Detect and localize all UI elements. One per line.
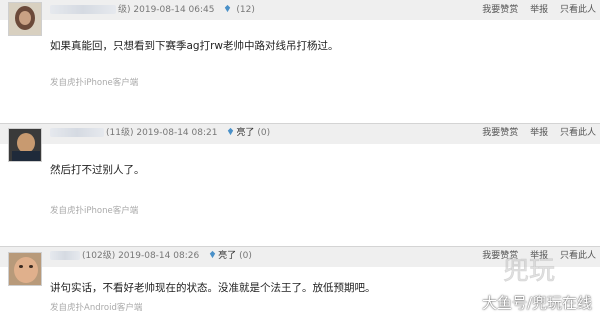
username[interactable] — [50, 5, 116, 14]
user-level: (11级) — [106, 128, 134, 138]
reward-button[interactable]: 我要赞赏 — [482, 5, 518, 15]
report-button[interactable]: 举报 — [530, 5, 548, 15]
lightbulb-icon[interactable] — [226, 127, 235, 136]
post-source: 发自虎扑Android客户端 — [50, 303, 143, 313]
report-button[interactable]: 举报 — [530, 128, 548, 138]
only-this-user-button[interactable]: 只看此人 — [560, 5, 596, 15]
light-button[interactable]: 亮了 — [236, 128, 254, 138]
user-level: 级) — [118, 5, 131, 15]
light-count: (12) — [236, 5, 255, 15]
user-level: (102级) — [82, 251, 116, 261]
post-meta: 级) 2019-08-14 06:45 (12) — [50, 3, 255, 17]
lightbulb-icon[interactable] — [208, 250, 217, 259]
post-source: 发自虎扑iPhone客户端 — [50, 78, 139, 88]
lightbulb-icon[interactable] — [223, 4, 232, 13]
light-count: (0) — [257, 128, 271, 138]
reward-button[interactable]: 我要赞赏 — [482, 128, 518, 138]
avatar[interactable] — [8, 128, 42, 162]
username[interactable] — [50, 128, 104, 137]
post-time: 2019-08-14 08:21 — [136, 128, 218, 138]
post-actions: 我要赞赏 举报 只看此人 — [473, 3, 596, 17]
watermark-logo-text: 兜玩 — [503, 256, 555, 286]
post-content: 然后打不过别人了。 — [50, 164, 145, 176]
watermark-text: 大鱼号/兜玩在线 — [481, 294, 592, 312]
post-source: 发自虎扑iPhone客户端 — [50, 206, 139, 216]
post-meta: (11级) 2019-08-14 08:21 亮了 (0) — [50, 126, 270, 140]
avatar[interactable] — [8, 252, 42, 286]
light-button[interactable]: 亮了 — [218, 251, 236, 261]
post-time: 2019-08-14 08:26 — [118, 251, 200, 261]
post-2: (11级) 2019-08-14 08:21 亮了 (0) 我要赞赏 举报 只看此… — [0, 123, 600, 241]
only-this-user-button[interactable]: 只看此人 — [560, 128, 596, 138]
watermark-logo: 兜玩 — [503, 256, 556, 286]
post-content: 讲句实话，不看好老帅现在的状态。没准就是个法王了。放低预期吧。 — [50, 282, 376, 294]
post-1: 级) 2019-08-14 06:45 (12) 我要赞赏 举报 只看此人 如果… — [0, 0, 600, 118]
username[interactable] — [50, 251, 80, 260]
post-actions: 我要赞赏 举报 只看此人 — [473, 126, 596, 140]
post-content: 如果真能回，只想看到下赛季ag打rw老帅中路对线吊打杨过。 — [50, 40, 339, 52]
light-count: (0) — [239, 251, 252, 261]
post-time: 2019-08-14 06:45 — [133, 5, 215, 15]
avatar[interactable] — [8, 2, 42, 36]
post-meta: (102级) 2019-08-14 08:26 亮了 (0) — [50, 249, 252, 263]
